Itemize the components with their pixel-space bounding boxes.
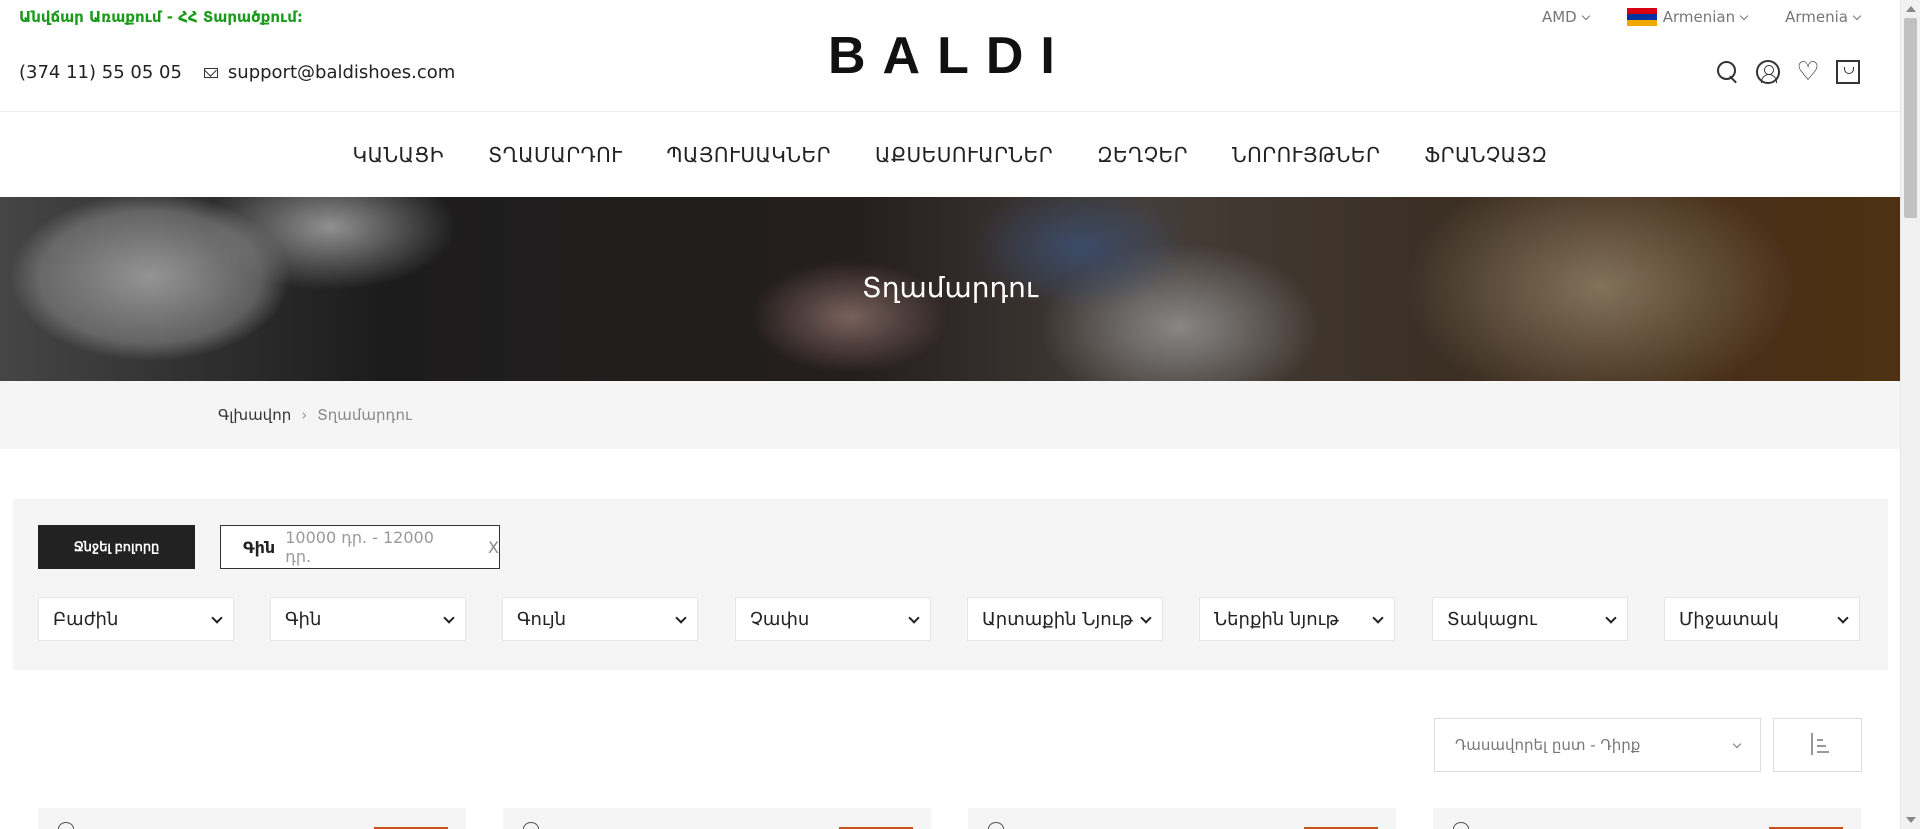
currency-value: AMD [1541,8,1577,26]
free-shipping-banner: Անվճար Առաքում - ՀՀ Տարածքում: [19,8,303,26]
cart-icon[interactable] [1836,60,1860,84]
breadcrumb-home[interactable]: Գլխավոր [218,406,291,424]
chevron-down-icon [1605,611,1617,624]
category-hero: Տղամարդու [0,197,1900,381]
filter-size[interactable]: Չափս [735,597,931,641]
chevron-down-icon [1732,739,1742,748]
contact-info: (374 11) 55 05 05 support@baldishoes.com [19,62,455,83]
filter-color[interactable]: Գույն [502,597,698,641]
wishlist-icon[interactable]: ♡ [1796,59,1820,85]
sort-ascending-icon [1807,733,1829,757]
header-actions: ♡ [1716,59,1860,85]
email-text: support@baldishoes.com [227,62,456,83]
currency-select[interactable]: AMD [1541,8,1590,26]
filter-label: Տակացու [1447,608,1537,630]
active-filter-chip: Գին 10000 դր. - 12000 դր. X [220,525,500,569]
chevron-down-icon [908,611,920,624]
nav-item-new[interactable]: ՆՈՐՈՒՅԹՆԵՐ [1232,143,1380,167]
product-card[interactable] [1433,808,1861,829]
scrollbar-thumb[interactable] [1904,18,1917,218]
mail-icon [203,67,218,78]
filter-category[interactable]: Բաժին [38,597,234,641]
locale-selectors: AMD Armenian Armenia [1541,8,1862,26]
product-card[interactable] [968,808,1396,829]
chevron-down-icon [1739,11,1749,20]
chevron-down-icon [1581,11,1590,20]
page-scrollbar[interactable] [1900,0,1920,829]
wishlist-toggle-icon[interactable] [1453,822,1469,829]
header: Անվճար Առաքում - ՀՀ Տարածքում: (374 11) … [0,0,1900,112]
nav-item-accessories[interactable]: ԱՔՍԵՍՈՒԱՐՆԵՐ [875,143,1053,167]
nav-item-men[interactable]: ՏՂԱՄԱՐԴՈՒ [488,143,622,167]
product-card[interactable] [38,808,466,829]
armenia-flag-icon [1626,8,1657,26]
filter-outsole[interactable]: Տակացու [1432,597,1628,641]
sort-direction-button[interactable] [1773,718,1862,772]
chevron-down-icon [1372,611,1384,624]
breadcrumb: Գլխավոր › Տղամարդու [0,381,1900,449]
filter-label: Չափս [750,608,810,630]
chevron-down-icon [1140,611,1152,624]
filter-label: Միջատակ [1679,608,1779,630]
nav-item-women[interactable]: ԿԱՆԱՑԻ [353,143,445,167]
chevron-down-icon [675,611,687,624]
filter-midsole[interactable]: Միջատակ [1664,597,1860,641]
remove-filter-button[interactable]: X [488,538,499,557]
wishlist-toggle-icon[interactable] [988,822,1004,829]
filter-outer-material[interactable]: Արտաքին Նյութ [967,597,1163,641]
breadcrumb-separator: › [301,406,308,424]
country-value: Armenia [1785,8,1848,26]
chevron-down-icon [1852,11,1862,20]
page-title: Տղամարդու [861,271,1039,304]
chevron-down-icon [1837,611,1849,624]
clear-all-button[interactable]: Ջնջել բոլորը [38,525,195,569]
language-value: Armenian [1662,8,1736,26]
search-icon[interactable] [1716,60,1740,84]
filter-label: Արտաքին Նյութ [982,608,1133,630]
nav-item-franchise[interactable]: ՖՐԱՆՉԱՅԶ [1424,143,1547,167]
wishlist-toggle-icon[interactable] [523,822,539,829]
filter-label: Գույն [517,608,567,630]
filter-panel: Ջնջել բոլորը Գին 10000 դր. - 12000 դր. X… [13,499,1888,670]
filter-price[interactable]: Գին [270,597,466,641]
filter-label: Գին [285,608,322,630]
chevron-down-icon [211,611,223,624]
filter-inner-material[interactable]: Ներքին նյութ [1199,597,1395,641]
chip-key: Գին [243,537,276,557]
sort-select[interactable]: Դասավորել ըստ - Դիրք [1434,718,1761,772]
email-link[interactable]: support@baldishoes.com [203,62,456,83]
wishlist-toggle-icon[interactable] [58,822,74,829]
nav-item-bags[interactable]: ՊԱՅՈՒՍԱԿՆԵՐ [667,143,831,167]
chevron-down-icon [443,611,455,624]
main-nav: ԿԱՆԱՑԻ ՏՂԱՄԱՐԴՈՒ ՊԱՅՈՒՍԱԿՆԵՐ ԱՔՍԵՍՈՒԱՐՆԵ… [0,112,1900,197]
language-select[interactable]: Armenian [1626,8,1749,26]
filter-label: Բաժին [53,608,119,630]
product-card[interactable] [503,808,931,829]
scroll-up-icon[interactable] [1906,6,1916,12]
breadcrumb-current: Տղամարդու [317,406,412,424]
filter-label: Ներքին նյութ [1214,608,1339,630]
nav-item-discounts[interactable]: ԶԵՂՉԵՐ [1097,143,1188,167]
site-logo[interactable]: BALDI [828,30,1072,82]
account-icon[interactable] [1756,60,1780,84]
country-select[interactable]: Armenia [1785,8,1862,26]
scroll-down-icon[interactable] [1906,817,1916,823]
phone-link[interactable]: (374 11) 55 05 05 [19,62,182,83]
chip-value: 10000 դր. - 12000 դր. [285,528,434,566]
sort-label: Դասավորել ըստ - Դիրք [1455,736,1641,754]
